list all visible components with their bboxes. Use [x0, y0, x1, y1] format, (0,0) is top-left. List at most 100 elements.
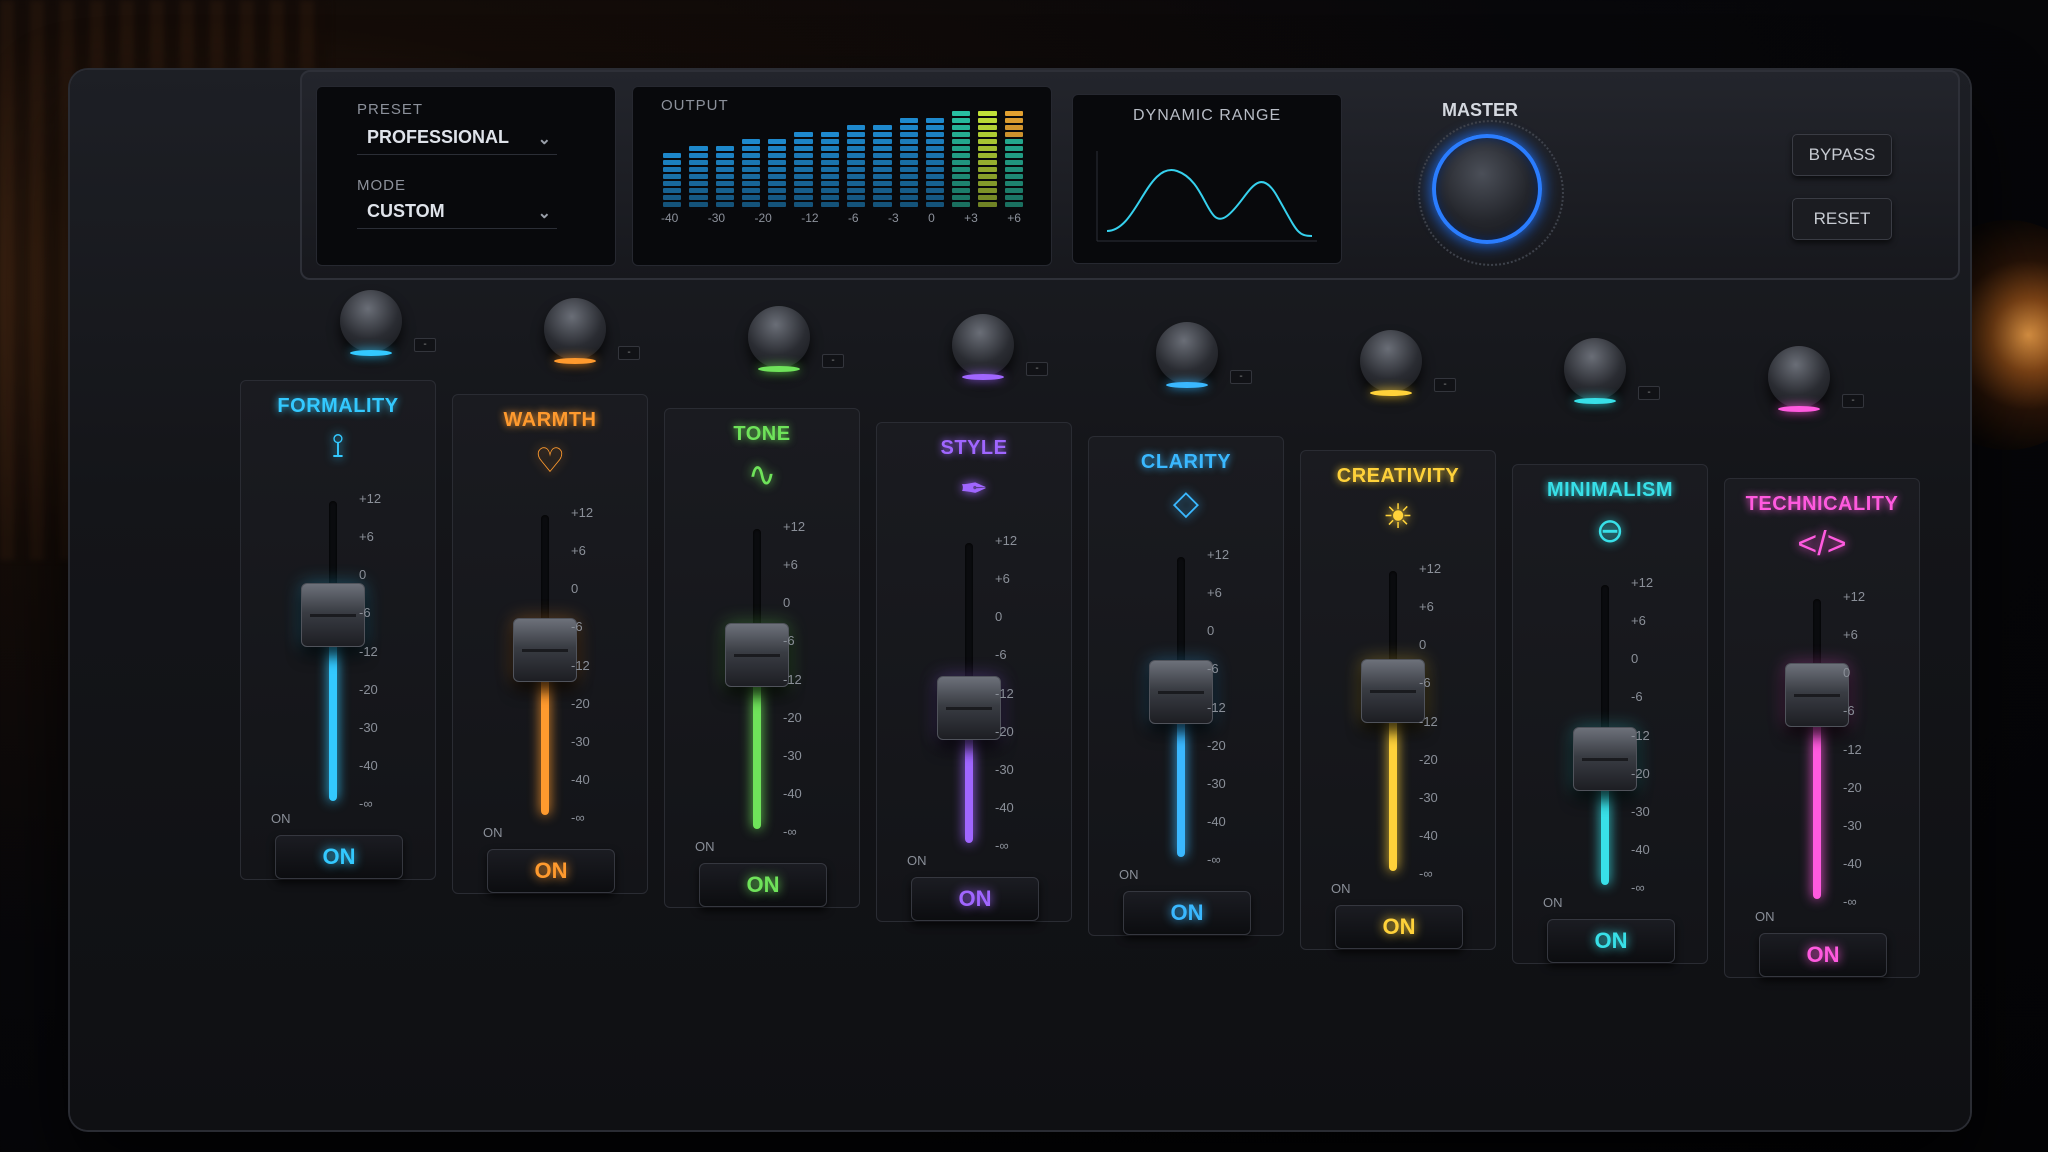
fader-scale-label: +6 [1419, 599, 1434, 615]
fader-scale-label: -20 [1631, 765, 1650, 781]
display-bar: PRESET PROFESSIONAL ⌄ MODE CUSTOM ⌄ OUTP… [300, 70, 1960, 280]
fader-handle[interactable] [301, 583, 365, 647]
fader-scale-label: -∞ [1631, 880, 1645, 895]
fader-scale-label: -∞ [1419, 866, 1433, 881]
on-button[interactable]: ON [699, 863, 827, 907]
waveform-icon: ∿ [747, 456, 777, 494]
channel-knob-minimalism[interactable] [1564, 338, 1626, 404]
output-scale-label: 0 [928, 211, 935, 225]
fader-scale-label: 0 [1631, 651, 1639, 667]
fader-scale-label: -12 [995, 685, 1014, 701]
fader-scale-label: 0 [783, 595, 791, 611]
knob-tab-button[interactable]: - [1230, 370, 1252, 384]
fader-scale-label: -40 [571, 771, 590, 787]
output-meter-bar [899, 118, 918, 207]
fader-handle[interactable] [1149, 660, 1213, 724]
channel-knob-creativity[interactable] [1360, 330, 1422, 396]
channel-strip-warmth: WARMTH ♡ +12 +6 0 -6 -12 -20 -30 -40 -∞ ON ON [452, 394, 648, 894]
fader-handle[interactable] [1361, 659, 1425, 723]
fader-scale-label: -20 [783, 709, 802, 725]
fader-scale-label: -30 [783, 747, 802, 763]
fader-handle[interactable] [1785, 663, 1849, 727]
fader-scale-label: -20 [1419, 751, 1438, 767]
master-knob[interactable] [1418, 120, 1564, 266]
fader-scale-label: 0 [1419, 637, 1427, 653]
on-button[interactable]: ON [1759, 933, 1887, 977]
knob-glow [1370, 390, 1412, 396]
on-button[interactable]: ON [1335, 905, 1463, 949]
fader-scale: +12 +6 0 -6 -12 -20 -30 -40 -∞ [1631, 575, 1653, 895]
channel-knob-style[interactable] [952, 314, 1014, 380]
channel-knob-formality[interactable] [340, 290, 402, 356]
fader-scale-label: -20 [1207, 737, 1226, 753]
output-meter-bar [689, 146, 708, 207]
fader-track[interactable] [329, 501, 337, 801]
fader-scale-label: -6 [1419, 675, 1431, 691]
fader-scale-label: +6 [1631, 613, 1646, 629]
knob-tab-button[interactable]: - [1434, 378, 1456, 392]
fader-scale-label: -20 [995, 723, 1014, 739]
fader-scale-label: -30 [1843, 817, 1862, 833]
fader-scale-label: 0 [1207, 623, 1215, 639]
mode-value: CUSTOM [367, 201, 445, 221]
knob-tab-button[interactable]: - [618, 346, 640, 360]
preset-label: PRESET [357, 101, 424, 118]
output-scale-label: +6 [1007, 211, 1021, 225]
on-button[interactable]: ON [1123, 891, 1251, 935]
channel-strip-creativity: CREATIVITY ☀ +12 +6 0 -6 -12 -20 -30 -40 -∞ ON ON [1300, 450, 1496, 950]
channel-label: STYLE [940, 437, 1008, 459]
pen-icon: ✒ [959, 470, 989, 508]
knob-tab-button[interactable]: - [822, 354, 844, 368]
fader-scale-label: -∞ [571, 810, 585, 825]
on-caption: ON [1755, 909, 1775, 924]
knob-tab-button[interactable]: - [1026, 362, 1048, 376]
preset-mode-panel: PRESET PROFESSIONAL ⌄ MODE CUSTOM ⌄ [316, 86, 616, 266]
diamond-icon: ◇ [1172, 484, 1200, 522]
fader-handle[interactable] [1573, 727, 1637, 791]
fader-scale-label: +6 [783, 557, 798, 573]
on-caption: ON [695, 839, 715, 854]
master-label: MASTER [1442, 100, 1518, 120]
output-meter-bar [846, 125, 866, 207]
knob-glow [1166, 382, 1208, 388]
knob-tab-button[interactable]: - [1842, 394, 1864, 408]
bypass-button[interactable]: BYPASS [1792, 134, 1892, 176]
on-button[interactable]: ON [275, 835, 403, 879]
channel-knob-technicality[interactable] [1768, 346, 1830, 412]
fader-handle[interactable] [725, 623, 789, 687]
reset-button[interactable]: RESET [1792, 198, 1892, 240]
channel-label: CLARITY [1140, 451, 1232, 473]
fader-scale-label: +6 [995, 571, 1010, 587]
channel-strip-technicality: TECHNICALITY </> +12 +6 0 -6 -12 -20 -30 -40 -∞ ON O… [1724, 478, 1920, 978]
on-button[interactable]: ON [487, 849, 615, 893]
fader-scale-label: -20 [1843, 779, 1862, 795]
on-button[interactable]: ON [911, 877, 1039, 921]
channel-knob-warmth[interactable] [544, 298, 606, 364]
channel-label: CREATIVITY [1336, 465, 1460, 487]
knob-tab-button[interactable]: - [414, 338, 436, 352]
fader-handle[interactable] [513, 618, 577, 682]
output-label: OUTPUT [661, 97, 729, 114]
fader-scale-label: +12 [359, 491, 382, 506]
fader-scale-label: -40 [1207, 813, 1226, 829]
fader-handle[interactable] [937, 676, 1001, 740]
on-button[interactable]: ON [1547, 919, 1675, 963]
channel-knob-clarity[interactable] [1156, 322, 1218, 388]
channel-label: MINIMALISM [1546, 479, 1674, 501]
channel-label: TONE [733, 423, 791, 445]
fader-scale-label: +12 [1631, 575, 1654, 590]
fader-scale-label: -6 [1843, 703, 1855, 719]
preset-select[interactable]: PROFESSIONAL ⌄ [357, 119, 557, 155]
fader-scale: +12 +6 0 -6 -12 -20 -30 -40 -∞ [359, 491, 381, 811]
fader-track[interactable] [1813, 599, 1821, 899]
knob-tab-button[interactable]: - [1638, 386, 1660, 400]
fader-scale-label: -30 [1207, 775, 1226, 791]
fader-scale-label: -20 [571, 695, 590, 711]
fader-scale-label: -6 [995, 647, 1007, 663]
fader-scale-label: -∞ [1843, 894, 1857, 909]
mode-select[interactable]: CUSTOM ⌄ [357, 193, 557, 229]
fader-scale-label: +12 [1419, 561, 1442, 576]
knob-glow [1574, 398, 1616, 404]
channel-knob-tone[interactable] [748, 306, 810, 372]
fader-scale-label: +12 [783, 519, 806, 534]
